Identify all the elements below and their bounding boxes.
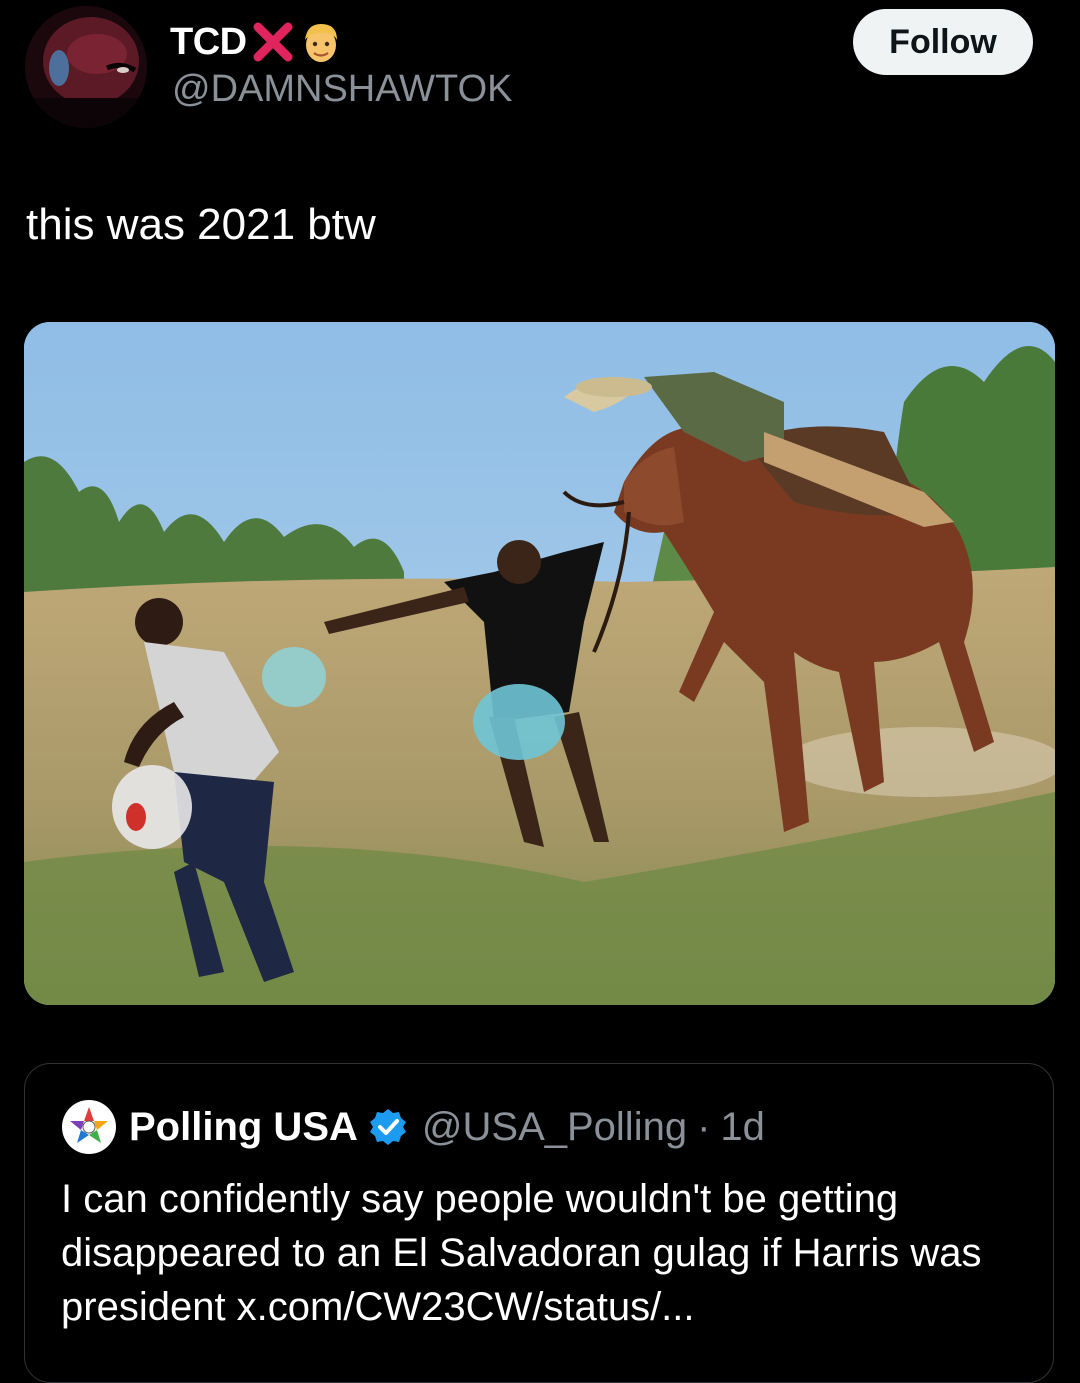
quoted-tweet[interactable]: Polling USA @USA_Polling · 1d I can conf… <box>24 1063 1054 1383</box>
follow-button[interactable]: Follow <box>853 9 1033 75</box>
quoted-author-handle[interactable]: @USA_Polling <box>422 1105 687 1150</box>
cross-mark-icon <box>253 22 293 62</box>
verified-badge-icon <box>369 1109 406 1145</box>
quoted-author-name[interactable]: Polling USA <box>129 1105 358 1150</box>
polling-usa-avatar-icon[interactable] <box>61 1099 117 1155</box>
quoted-tweet-text: I can confidently say people wouldn't be… <box>61 1177 982 1329</box>
tweet-photo[interactable] <box>24 322 1055 1005</box>
quoted-tweet-header: Polling USA @USA_Polling · 1d <box>61 1098 765 1156</box>
tweet-text: this was 2021 btw <box>26 200 376 249</box>
author-display-name[interactable]: TCD <box>170 21 247 64</box>
author-avatar[interactable] <box>25 6 147 128</box>
quoted-separator: · <box>697 1104 711 1149</box>
quoted-timestamp[interactable]: 1d <box>720 1105 765 1150</box>
author-name-row: TCD <box>170 14 343 70</box>
face-emoji-icon <box>304 24 337 62</box>
photo-icon <box>24 322 1055 1005</box>
author-handle[interactable]: @DAMNSHAWTOK <box>172 68 512 111</box>
avatar-image <box>25 6 147 128</box>
